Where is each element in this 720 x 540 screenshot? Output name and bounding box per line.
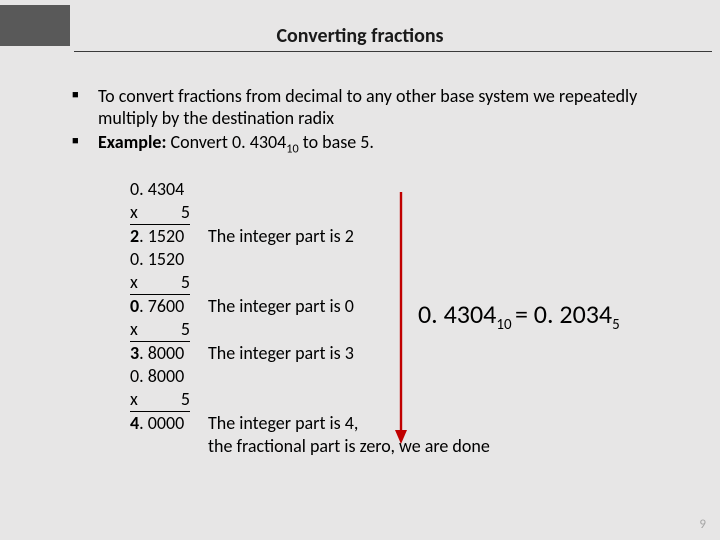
example-base-sub: 10 xyxy=(286,142,298,157)
slide: Converting fractions To convert fraction… xyxy=(0,0,720,540)
slide-title: Converting fractions xyxy=(0,24,720,48)
page-number: 9 xyxy=(699,517,706,532)
title-rule xyxy=(74,51,712,52)
work-mult-row: x5 xyxy=(130,318,190,342)
result-equation: 0. 430410 = 0. 20345 xyxy=(418,298,620,334)
bullet-1: To convert fractions from decimal to any… xyxy=(70,86,680,130)
example-text-1: Convert 0. 4304 xyxy=(166,131,286,153)
example-label: Example: xyxy=(98,131,166,153)
work-note: The integer part is 4, xyxy=(202,412,490,435)
down-arrow-icon xyxy=(394,192,396,438)
work-mult-row: x5 xyxy=(130,388,190,412)
work-line: 0. 8000 xyxy=(130,365,202,388)
work-line: 0. 4304 xyxy=(130,178,202,201)
result-lhs: 0. 4304 xyxy=(418,298,496,330)
integer-digit: 2 xyxy=(130,225,139,247)
result-lhs-base: 10 xyxy=(496,316,515,334)
work-mult-row: x5 xyxy=(130,201,190,225)
work-line: 0. 1520 xyxy=(130,248,202,271)
integer-digit: 4 xyxy=(130,412,139,434)
result-rhs: = 0. 2034 xyxy=(515,298,612,330)
integer-digit: 0 xyxy=(130,295,139,317)
example-text-2: to base 5. xyxy=(299,131,374,153)
work-mult-row: x5 xyxy=(130,271,190,295)
work-note: The integer part is 3 xyxy=(202,342,490,365)
body-text: To convert fractions from decimal to any… xyxy=(70,86,680,159)
work-note: The integer part is 2 xyxy=(202,225,490,248)
integer-digit: 3 xyxy=(130,342,139,364)
work-note: the fractional part is zero, we are done xyxy=(202,435,490,458)
bullet-2: Example: Convert 0. 430410 to base 5. xyxy=(70,132,680,158)
result-rhs-base: 5 xyxy=(612,316,620,334)
